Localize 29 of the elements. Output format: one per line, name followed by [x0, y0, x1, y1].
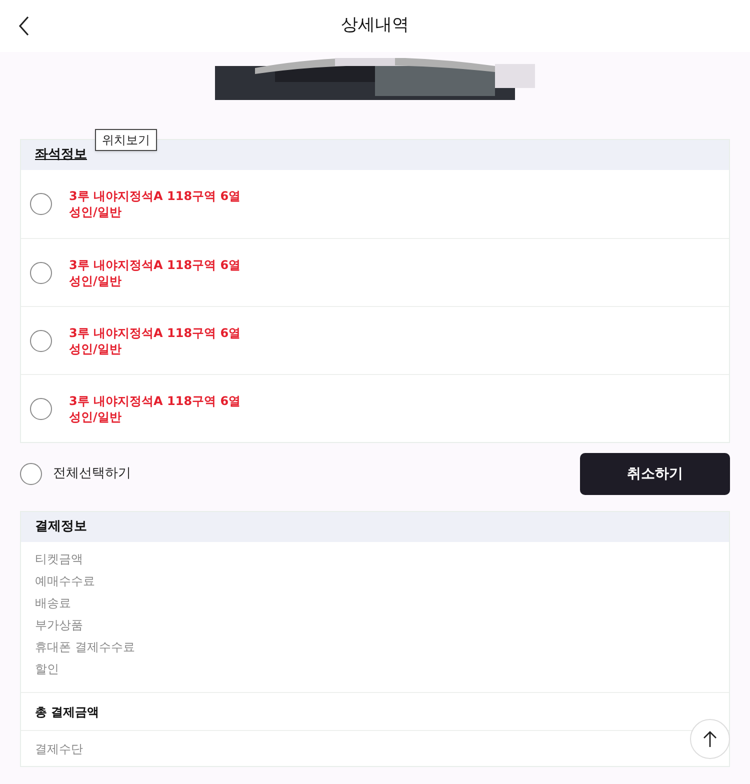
arrow-up-icon — [703, 730, 717, 748]
payment-item-label: 예매수수료 — [35, 573, 96, 590]
radio-button[interactable] — [30, 193, 52, 215]
payment-item-label: 배송료 — [35, 595, 72, 612]
seat-location: 3루 내야지정석A 118구역 6열 — [69, 188, 241, 204]
payment-item-label: 티켓금액 — [35, 551, 84, 568]
payment-item-label: 휴대폰 결제수수료 — [35, 639, 136, 656]
ticket-type: 성인/일반 — [69, 204, 122, 220]
seat-location: 3루 내야지정석A 118구역 6열 — [69, 392, 241, 408]
radio-button[interactable] — [30, 262, 52, 284]
seat-location: 3루 내야지정석A 118구역 6열 — [69, 324, 241, 340]
page-title: 상세내역 — [341, 14, 409, 38]
back-icon[interactable] — [18, 16, 30, 36]
section-title: 좌석정보 — [35, 146, 87, 164]
tooltip[interactable]: 위치보기 — [95, 129, 157, 151]
ticket-type: 성인/일반 — [69, 272, 122, 288]
ticket-type: 성인/일반 — [69, 408, 122, 424]
payment-item-label: 부가상품 — [35, 617, 84, 634]
ticket-type: 성인/일반 — [69, 340, 122, 356]
select-all-label[interactable]: 전체선택하기 — [53, 464, 131, 484]
radio-button[interactable] — [20, 463, 42, 485]
radio-button[interactable] — [30, 330, 52, 352]
cancel-button[interactable]: 취소하기 — [580, 453, 730, 495]
payment-method-label: 결제수단 — [35, 740, 83, 758]
radio-button[interactable] — [30, 398, 52, 420]
payment-item-label: 할인 — [35, 661, 60, 678]
seat-location: 3루 내야지정석A 118구역 6열 — [69, 256, 241, 272]
section-title: 결제정보 — [35, 518, 87, 536]
total-label: 총 결제금액 — [35, 704, 100, 720]
